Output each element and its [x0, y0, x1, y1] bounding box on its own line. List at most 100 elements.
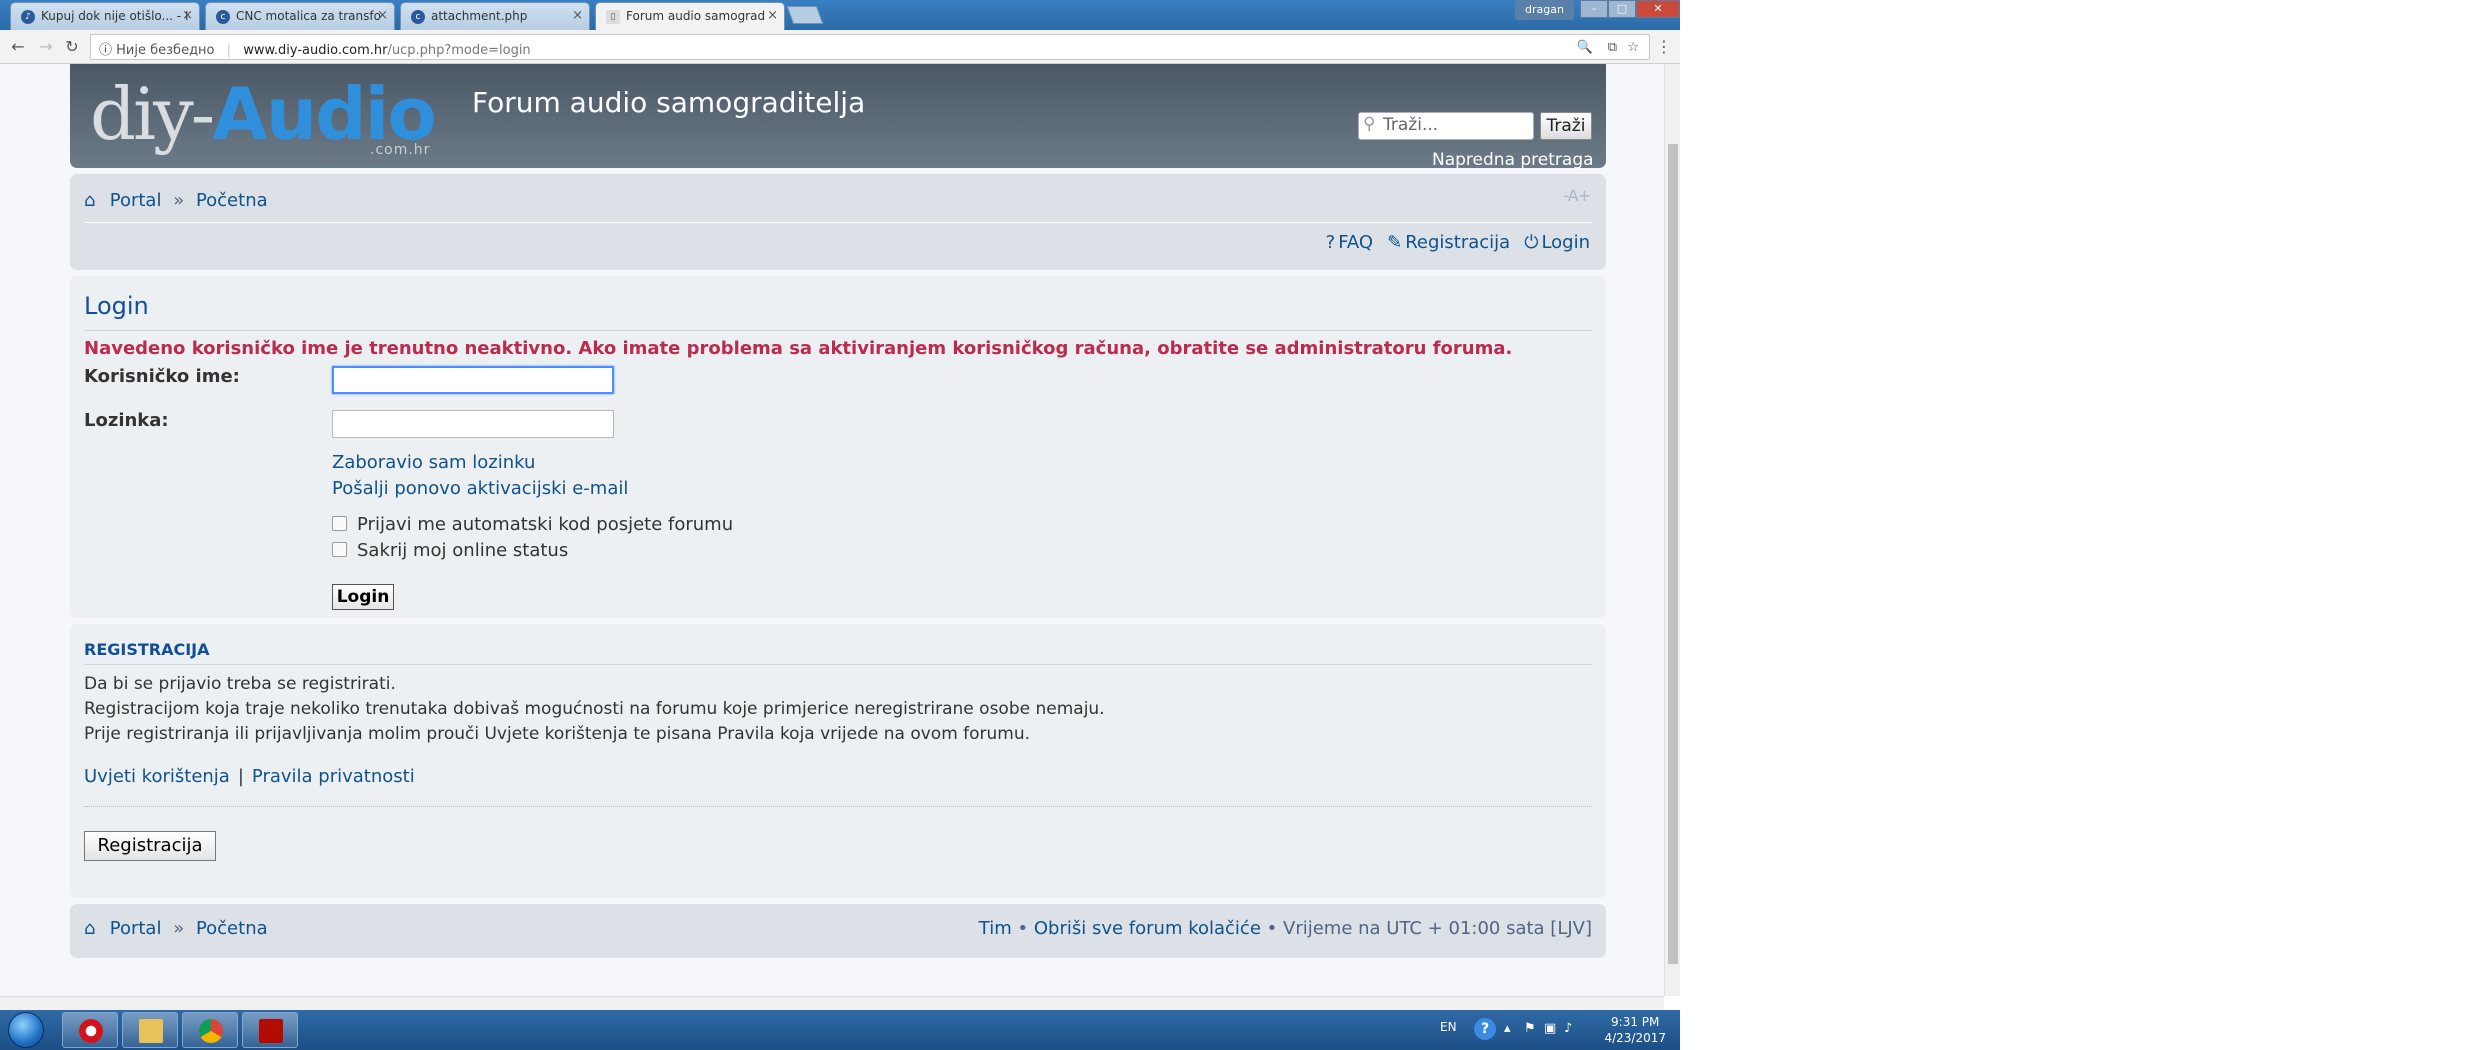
close-tab-icon[interactable]: ×: [182, 8, 193, 23]
new-tab-button[interactable]: [786, 6, 824, 24]
vertical-scrollbar[interactable]: [1664, 64, 1680, 996]
pencil-icon: ✎: [1387, 232, 1403, 253]
volume-icon[interactable]: ♪: [1564, 1021, 1572, 1036]
profile-button[interactable]: dragan: [1515, 0, 1574, 20]
autologin-option[interactable]: Prijavi me automatski kod posjete forumu: [332, 514, 733, 535]
tab-title: Kupuj dok nije otišlo... - I: [41, 9, 189, 23]
password-field[interactable]: [332, 410, 614, 438]
login-button[interactable]: Login: [332, 584, 394, 610]
autologin-checkbox[interactable]: [332, 516, 347, 531]
speaker-icon: ♪: [21, 10, 35, 24]
home-icon[interactable]: ⌂: [84, 918, 104, 939]
taskbar: EN ? ▴ ⚑ ▣ ♪ 9:31 PM 4/23/2017: [0, 1010, 1680, 1050]
power-icon: ⏻: [1524, 232, 1539, 253]
crumb-index[interactable]: Početna: [196, 190, 268, 211]
horizontal-scrollbar[interactable]: [0, 996, 1664, 1010]
show-hidden-icons[interactable]: ▴: [1504, 1021, 1511, 1036]
forgot-password-link[interactable]: Zaboravio sam lozinku: [332, 452, 535, 473]
username-label: Korisničko ime:: [84, 366, 240, 387]
terms-link[interactable]: Uvjeti korištenja: [84, 766, 230, 787]
registration-panel: REGISTRACIJA Da bi se prijavio treba se …: [70, 624, 1606, 898]
divider: |: [226, 43, 232, 58]
browser-tab-3[interactable]: c attachment.php ×: [400, 2, 590, 30]
address-bar[interactable]: ⓘ Није безбедно | www.diy-audio.com.hr/u…: [90, 34, 1650, 60]
navbar: ⌂ Portal » Početna -A+ ? FAQ ✎ Registracij…: [70, 174, 1606, 270]
crumb-separator: »: [173, 918, 185, 939]
scrollbar-thumb[interactable]: [1668, 144, 1678, 964]
advanced-search-link[interactable]: Napredna pretraga: [1432, 150, 1594, 170]
browser-tab-1[interactable]: ♪ Kupuj dok nije otišlo... - I ×: [10, 2, 200, 30]
info-icon[interactable]: ⓘ: [99, 43, 112, 58]
taskbar-acrobat[interactable]: [242, 1012, 298, 1048]
site-logo[interactable]: diy-Audio .com.hr: [90, 72, 437, 158]
taskbar-explorer[interactable]: [122, 1012, 178, 1048]
bookmark-star-icon[interactable]: ☆: [1627, 40, 1639, 55]
browser-tab-4[interactable]: ▯ Forum audio samograd ×: [595, 2, 785, 31]
login-title: Login: [84, 292, 149, 320]
zoom-icon[interactable]: 🔍: [1577, 40, 1593, 55]
start-button[interactable]: [2, 1010, 50, 1050]
divider: [84, 806, 1592, 807]
username-field[interactable]: [332, 366, 614, 394]
logo-diy: diy-: [90, 72, 215, 156]
hide-online-checkbox[interactable]: [332, 542, 347, 557]
taskbar-chrome[interactable]: [182, 1012, 238, 1048]
hide-online-option[interactable]: Sakrij moj online status: [332, 540, 568, 561]
home-icon[interactable]: ⌂: [84, 190, 104, 211]
registration-links: Uvjeti korištenja | Pravila privatnosti: [84, 766, 415, 787]
taskbar-opera[interactable]: [62, 1012, 118, 1048]
network-icon[interactable]: ▣: [1544, 1021, 1556, 1036]
page-viewport: diy-Audio .com.hr Forum audio samogradit…: [0, 64, 1664, 996]
login-panel: Login Navedeno korisničko ime je trenutn…: [70, 276, 1606, 618]
team-link[interactable]: Tim: [979, 918, 1012, 939]
clock[interactable]: 9:31 PM 4/23/2017: [1604, 1014, 1666, 1046]
forward-icon[interactable]: →: [36, 37, 56, 57]
chrome-icon: [199, 1019, 223, 1043]
tab-title: attachment.php: [431, 9, 528, 23]
timezone-text: Vrijeme na UTC + 01:00 sata [LJV]: [1283, 918, 1592, 939]
register-link[interactable]: ✎ Registracija: [1387, 232, 1510, 253]
search-placeholder: Traži...: [1383, 115, 1439, 135]
crumb-index[interactable]: Početna: [196, 918, 268, 939]
close-window-button[interactable]: ✕: [1636, 0, 1680, 18]
reload-icon[interactable]: ↻: [62, 37, 82, 57]
site-header: diy-Audio .com.hr Forum audio samogradit…: [70, 64, 1606, 170]
page-icon: ▯: [606, 10, 620, 24]
privacy-link[interactable]: Pravila privatnosti: [252, 766, 415, 787]
close-tab-icon[interactable]: ×: [377, 8, 388, 23]
minimize-button[interactable]: –: [1580, 0, 1608, 18]
login-link[interactable]: ⏻ Login: [1524, 232, 1590, 253]
url-path: /ucp.php?mode=login: [387, 43, 531, 58]
divider: [84, 330, 1592, 331]
language-indicator[interactable]: EN: [1440, 1020, 1457, 1034]
autologin-label: Prijavi me automatski kod posjete forumu: [357, 514, 734, 535]
register-button[interactable]: Registracija: [84, 831, 216, 861]
tab-title: Forum audio samograd: [626, 9, 766, 23]
back-icon[interactable]: ←: [8, 37, 28, 57]
password-label: Lozinka:: [84, 410, 169, 431]
security-label: Није безбедно: [116, 43, 215, 58]
crumb-portal[interactable]: Portal: [110, 918, 162, 939]
menu-icon[interactable]: ⋮: [1654, 37, 1674, 57]
font-size-toggle[interactable]: -A+: [1563, 186, 1591, 205]
resend-activation-link[interactable]: Pošalji ponovo aktivacijski e-mail: [332, 478, 628, 499]
close-tab-icon[interactable]: ×: [572, 8, 583, 23]
search-button[interactable]: Traži: [1540, 112, 1592, 140]
flag-icon[interactable]: ⚑: [1524, 1021, 1536, 1036]
clock-date: 4/23/2017: [1604, 1031, 1666, 1045]
hide-online-label: Sakrij moj online status: [357, 540, 569, 561]
folder-icon: [139, 1019, 163, 1043]
footer-links: Tim • Obriši sve forum kolačiće • Vrijem…: [979, 918, 1592, 939]
delete-cookies-link[interactable]: Obriši sve forum kolačiće: [1034, 918, 1261, 939]
translate-icon[interactable]: ⧉: [1608, 40, 1617, 55]
logo-domain: .com.hr: [370, 142, 431, 158]
search-input[interactable]: ⚲ Traži...: [1358, 112, 1534, 140]
crumb-portal[interactable]: Portal: [110, 190, 162, 211]
browser-tab-2[interactable]: c CNC motalica za transfo ×: [205, 2, 395, 30]
url-host: www.diy-audio.com.hr: [243, 43, 388, 58]
registration-text: Registracijom koja traje nekoliko trenut…: [84, 699, 1105, 719]
close-tab-icon[interactable]: ×: [767, 8, 778, 23]
help-icon[interactable]: ?: [1474, 1018, 1496, 1040]
maximize-button[interactable]: □: [1608, 0, 1636, 18]
faq-link[interactable]: ? FAQ: [1326, 232, 1373, 253]
